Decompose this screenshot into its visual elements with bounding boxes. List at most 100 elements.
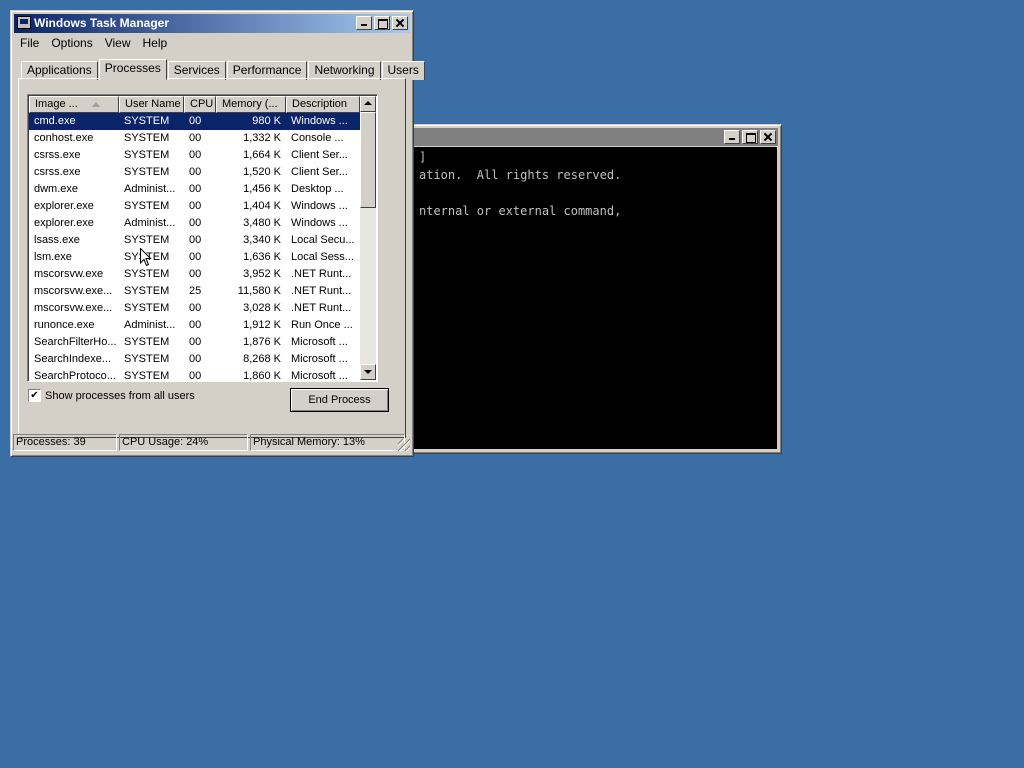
process-list[interactable]: Image ... User Name CPU Memory (... Desc… xyxy=(27,94,378,382)
console-line: nternal or external command, xyxy=(419,204,622,218)
cell-memory: 3,028 K xyxy=(243,302,281,314)
end-process-button[interactable]: End Process xyxy=(290,388,389,412)
cell-memory: 1,860 K xyxy=(243,370,281,382)
menu-file[interactable]: File xyxy=(14,34,45,52)
cell-description: Windows ... xyxy=(291,115,348,127)
cell-memory: 3,480 K xyxy=(243,217,281,229)
table-row[interactable]: csrss.exe SYSTEM 00 1,664 K Client Ser... xyxy=(29,147,360,164)
column-header-memory[interactable]: Memory (... xyxy=(216,96,286,113)
table-row[interactable]: runonce.exe Administ... 00 1,912 K Run Once … xyxy=(29,317,360,334)
table-row[interactable]: lsm.exeSYSTEM001,636 KLocal Sess... xyxy=(29,249,360,266)
cell-user: SYSTEM xyxy=(124,132,170,144)
table-row[interactable]: SearchIndexe... SYSTEM 00 8,268 K Microsoft … xyxy=(29,351,360,368)
task-manager-app-icon xyxy=(17,16,31,29)
menu-options[interactable]: Options xyxy=(45,34,98,52)
process-rows: cmd.exe SYSTEM 00 980 K Windows ... conhost.e… xyxy=(29,113,360,382)
cell-cpu: 00 xyxy=(189,200,202,212)
maximize-icon[interactable] xyxy=(742,130,758,144)
cell-image: runonce.exe xyxy=(34,319,95,331)
tab-strip: Applications Processes Services Performa… xyxy=(21,59,426,80)
menu-view[interactable]: View xyxy=(99,34,137,52)
cell-description: Client Ser... xyxy=(291,166,348,178)
cell-user: SYSTEM xyxy=(124,353,170,365)
column-header-description[interactable]: Description xyxy=(286,96,360,113)
table-row[interactable]: mscorsvw.exe... SYSTEM 25 11,580 K .NET Runt… xyxy=(29,283,360,300)
column-header-user[interactable]: User Name xyxy=(119,96,184,113)
minimize-icon[interactable] xyxy=(356,16,372,30)
cell-user: SYSTEM xyxy=(124,115,170,127)
task-manager-titlebar[interactable]: Windows Task Manager xyxy=(14,14,410,33)
column-header-cpu[interactable]: CPU xyxy=(184,96,216,113)
show-all-checkbox[interactable]: ✔ xyxy=(28,389,41,402)
cell-description: Microsoft ... xyxy=(291,353,348,365)
scroll-up-icon[interactable] xyxy=(360,96,376,112)
cell-image: lsm.exe xyxy=(34,251,72,263)
scroll-down-icon[interactable] xyxy=(360,364,376,380)
vertical-scrollbar[interactable] xyxy=(360,96,376,380)
table-row[interactable]: dwm.exe Administ... 00 1,456 K Desktop ... xyxy=(29,181,360,198)
sort-ascending-icon xyxy=(92,102,100,107)
table-row[interactable]: SearchProtoco... SYSTEM 00 1,860 K Microsoft… xyxy=(29,368,360,382)
cell-memory: 1,332 K xyxy=(243,132,281,144)
table-row[interactable]: conhost.exe SYSTEM 00 1,332 K Console ... xyxy=(29,130,360,147)
table-row[interactable]: mscorsvw.exe... SYSTEM 00 3,028 K .NET Runt.… xyxy=(29,300,360,317)
scrollbar-thumb[interactable] xyxy=(360,112,376,208)
cell-cpu: 00 xyxy=(189,336,202,348)
column-header-image[interactable]: Image ... xyxy=(29,96,119,113)
cell-memory: 1,456 K xyxy=(243,183,281,195)
table-row[interactable]: SearchFilterHo... SYSTEM 00 1,876 K Microsof… xyxy=(29,334,360,351)
resize-grip-icon[interactable] xyxy=(398,439,410,451)
cell-cpu: 00 xyxy=(189,353,202,365)
cell-user: SYSTEM xyxy=(124,268,170,280)
console-output[interactable]: ] ation. All rights reserved. nternal or… xyxy=(407,147,777,449)
cell-cpu: 00 xyxy=(189,166,202,178)
cell-user: SYSTEM xyxy=(124,370,170,382)
cell-memory: 1,912 K xyxy=(243,319,281,331)
cell-description: .NET Runt... xyxy=(291,268,352,280)
cell-user: SYSTEM xyxy=(124,285,170,297)
cell-cpu: 25 xyxy=(189,285,202,297)
console-line: ] xyxy=(419,150,427,164)
cell-user: SYSTEM xyxy=(124,200,170,212)
column-header-label: Image ... xyxy=(35,98,78,110)
cell-memory: 3,952 K xyxy=(243,268,281,280)
console-caption-buttons xyxy=(722,130,776,144)
window-title: Windows Task Manager xyxy=(34,16,170,30)
console-titlebar[interactable] xyxy=(406,128,778,146)
cell-cpu: 00 xyxy=(189,251,202,263)
cell-description: Windows ... xyxy=(291,200,348,212)
cell-image: explorer.exe xyxy=(34,200,94,212)
cell-description: Windows ... xyxy=(291,217,348,229)
table-row[interactable]: explorer.exe Administ... 00 3,480 K Windows … xyxy=(29,215,360,232)
minimize-icon[interactable] xyxy=(724,130,740,144)
maximize-icon[interactable] xyxy=(374,16,390,30)
console-window[interactable]: ] ation. All rights reserved. nternal or… xyxy=(402,124,782,454)
show-all-label[interactable]: Show processes from all users xyxy=(45,390,195,402)
cell-description: .NET Runt... xyxy=(291,302,352,314)
cell-image: lsass.exe xyxy=(34,234,80,246)
table-row[interactable]: csrss.exe SYSTEM 00 1,520 K Client Ser... xyxy=(29,164,360,181)
tab-processes[interactable]: Processes xyxy=(98,59,167,80)
cell-cpu: 00 xyxy=(189,268,202,280)
status-physical-memory: Physical Memory: 13% xyxy=(250,434,405,451)
menu-help[interactable]: Help xyxy=(137,34,174,52)
cell-image: SearchIndexe... xyxy=(34,353,112,365)
cell-cpu: 00 xyxy=(189,370,202,382)
cell-cpu: 00 xyxy=(189,149,202,161)
cell-description: Microsoft ... xyxy=(291,336,348,348)
table-row[interactable]: explorer.exe SYSTEM 00 1,404 K Windows ... xyxy=(29,198,360,215)
table-row[interactable]: cmd.exe SYSTEM 00 980 K Windows ... xyxy=(29,113,360,130)
cell-memory: 8,268 K xyxy=(243,353,281,365)
status-cpu-usage: CPU Usage: 24% xyxy=(119,434,248,451)
cell-cpu: 00 xyxy=(189,115,202,127)
cell-image: SearchProtoco... xyxy=(34,370,116,382)
table-row[interactable]: mscorsvw.exe SYSTEM 00 3,952 K .NET Runt... xyxy=(29,266,360,283)
cell-image: csrss.exe xyxy=(34,149,81,161)
show-all-processes-option[interactable]: ✔ Show processes from all users xyxy=(28,389,195,402)
cell-description: Local Secu... xyxy=(291,234,355,246)
table-row[interactable]: lsass.exe SYSTEM 00 3,340 K Local Secu... xyxy=(29,232,360,249)
close-icon[interactable] xyxy=(392,16,408,30)
cell-memory: 1,664 K xyxy=(243,149,281,161)
close-icon[interactable] xyxy=(760,130,776,144)
